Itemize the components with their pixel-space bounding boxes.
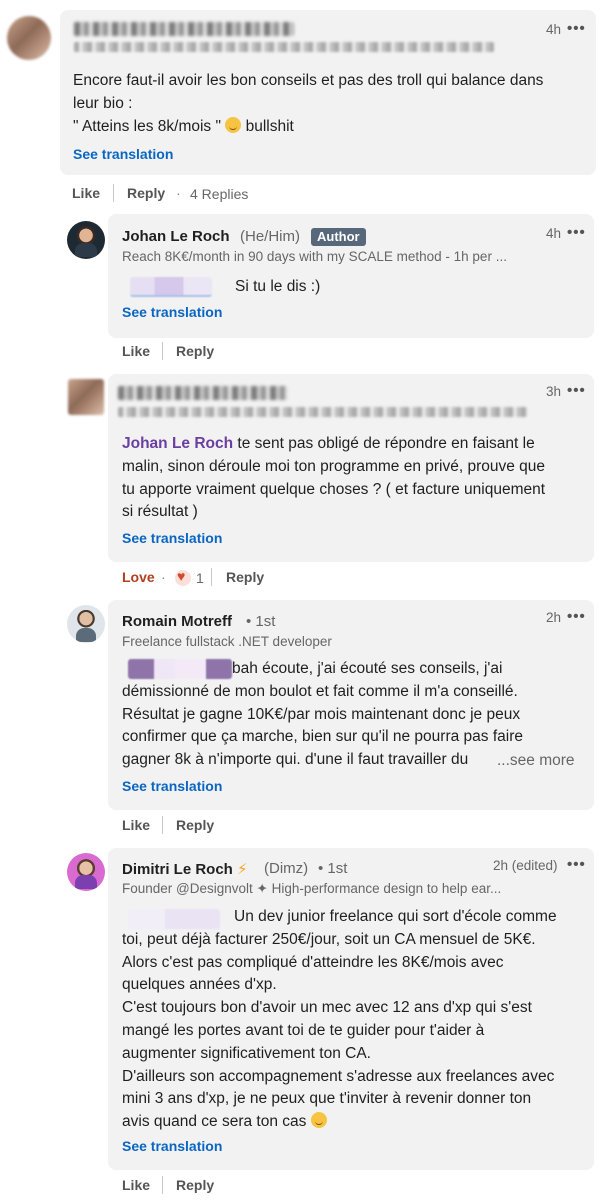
comment-time: 4h — [546, 226, 562, 241]
dot-separator: · — [161, 569, 166, 585]
see-translation-link[interactable]: See translation — [122, 304, 222, 320]
smile-emoji-icon — [310, 1112, 327, 1129]
see-translation-link[interactable]: See translation — [122, 1138, 222, 1154]
author-name-text: Dimitri Le Roch — [122, 861, 233, 878]
more-options-icon[interactable]: ••• — [567, 224, 586, 241]
comment-text: Un dev junior freelance qui sort d'école… — [122, 906, 590, 1134]
like-button[interactable]: Like — [122, 343, 150, 359]
like-button[interactable]: Like — [72, 185, 100, 201]
comment-line: D'ailleurs son accompagnement s'adresse … — [122, 1067, 555, 1085]
comment-line: malin, sinon déroule moi ton programme e… — [122, 457, 546, 475]
comment-line: Alors c'est pas compliqué d'atteindre le… — [122, 953, 504, 971]
divider — [162, 1176, 163, 1194]
divider — [162, 342, 163, 360]
see-more-link[interactable]: ...see more — [497, 750, 575, 773]
pronoun: (He/Him) — [240, 228, 300, 245]
comment-line: démissionné de mon boulot et fait comme … — [122, 682, 518, 700]
reply-button[interactable]: Reply — [176, 817, 214, 833]
connection-degree: • 1st — [246, 613, 276, 630]
comment-line: mangé les portes avant toi de te guider … — [122, 1021, 485, 1039]
like-button[interactable]: Like — [122, 1177, 150, 1193]
reply-button[interactable]: Reply — [226, 569, 264, 585]
comment-time: 2h (edited) — [493, 858, 558, 873]
more-options-icon[interactable]: ••• — [567, 608, 586, 625]
comment-line: confirmer que ça marche, bien sur qu'il … — [122, 728, 523, 746]
comment-line: Résultat je gagne 10K€/par mois maintena… — [122, 705, 521, 723]
comment-line: " Atteins les 8k/mois " — [73, 117, 221, 135]
reaction-count[interactable]: 1 — [196, 570, 204, 586]
commenter-name-blurred — [74, 22, 294, 36]
reply-button[interactable]: Reply — [127, 185, 165, 201]
comment-line: augmenter significativement ton CA. — [122, 1044, 371, 1062]
smirk-emoji-icon — [225, 116, 242, 133]
see-translation-link[interactable]: See translation — [73, 146, 173, 162]
reply-button[interactable]: Reply — [176, 343, 214, 359]
more-options-icon[interactable]: ••• — [567, 20, 586, 37]
connection-degree: • 1st — [318, 860, 348, 877]
comment-line: toi, peut déjà facturer 250€/jour, soit … — [122, 930, 536, 948]
replies-count-link[interactable]: 4 Replies — [190, 186, 248, 202]
commenter-headline-blurred — [74, 42, 494, 52]
comment-text: Si tu le dis :) — [235, 278, 321, 295]
avatar[interactable] — [67, 853, 105, 891]
heart-icon — [175, 568, 191, 586]
comment-line: tu apporte vraiment quelque choses ? ( e… — [122, 480, 546, 498]
divider — [162, 816, 163, 834]
commenter-headline-blurred — [118, 407, 528, 417]
comment-line: leur bio : — [73, 94, 133, 112]
mention-blurred — [130, 277, 212, 297]
comment-time: 2h — [546, 610, 562, 625]
comment-line: quelques années d'xp. — [122, 976, 277, 994]
more-options-icon[interactable]: ••• — [567, 856, 586, 873]
comment-time: 3h — [546, 384, 562, 399]
lightning-icon: ⚡ — [237, 861, 248, 878]
comment-text: Johan Le Roch te sent pas obligé de répo… — [122, 433, 582, 524]
comment-line: avis quand ce sera ton cas — [122, 1113, 307, 1131]
nickname: (Dimz) — [264, 860, 309, 877]
comment-line: gagner 8k à n'importe qui. d'une il faut… — [122, 751, 469, 769]
comment-line: bullshit — [245, 117, 294, 135]
comment-line: Un dev junior freelance qui sort d'école… — [234, 908, 557, 925]
author-name[interactable]: Romain Motreff — [122, 613, 232, 630]
author-headline: Freelance fullstack .NET developer — [122, 634, 332, 649]
avatar[interactable] — [7, 16, 51, 60]
divider — [113, 184, 114, 202]
comment-line: te sent pas obligé de répondre en faisan… — [233, 435, 535, 452]
comment-line: si résultat ) — [122, 503, 198, 521]
reply-button[interactable]: Reply — [176, 1177, 214, 1193]
divider — [211, 568, 212, 586]
avatar[interactable] — [67, 605, 105, 643]
avatar[interactable] — [68, 379, 104, 415]
comment-time: 4h — [546, 22, 562, 37]
like-button[interactable]: Like — [122, 817, 150, 833]
love-reaction-button[interactable]: Love — [122, 569, 155, 585]
avatar[interactable] — [67, 221, 105, 259]
author-headline: Reach 8K€/month in 90 days with my SCALE… — [122, 249, 507, 264]
comment-line: bah écoute, j'ai écouté ses conseils, j'… — [232, 660, 503, 677]
commenter-name-blurred — [118, 386, 288, 400]
comment-line: mini 3 ans d'xp, je ne peux que t'invite… — [122, 1090, 532, 1108]
mention-link[interactable]: Johan Le Roch — [122, 435, 233, 452]
see-translation-link[interactable]: See translation — [122, 778, 222, 794]
comment-line: Encore faut-il avoir les bon conseils et… — [73, 72, 544, 89]
comment-line: C'est toujours bon d'avoir un mec avec 1… — [122, 999, 532, 1017]
author-headline: Founder @Designvolt ✦ High-performance d… — [122, 881, 502, 896]
comment-text: Encore faut-il avoir les bon conseils et… — [73, 70, 583, 138]
author-name[interactable]: Johan Le Roch — [122, 228, 230, 245]
author-name[interactable]: Dimitri Le Roch ⚡ — [122, 860, 248, 878]
more-options-icon[interactable]: ••• — [567, 382, 586, 399]
author-badge: Author — [311, 228, 366, 246]
see-translation-link[interactable]: See translation — [122, 530, 222, 546]
dot-separator: · — [176, 185, 181, 201]
